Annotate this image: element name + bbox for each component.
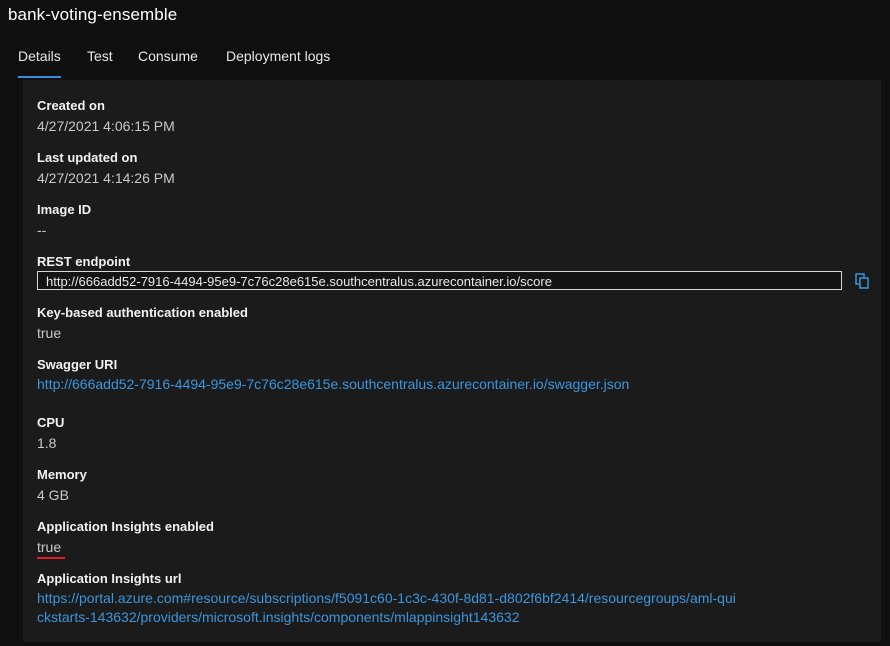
app-insights-label: Application Insights enabled (37, 519, 214, 534)
details-panel (23, 80, 881, 642)
image-id-label: Image ID (37, 202, 92, 217)
swagger-uri-link[interactable]: http://666add52-7916-4494-95e9-7c76c28e6… (37, 376, 629, 392)
app-insights-url-link-line2[interactable]: ckstarts-143632/providers/microsoft.insi… (37, 609, 519, 625)
highlight-underline (37, 557, 65, 559)
last-updated-value: 4/27/2021 4:14:26 PM (37, 170, 175, 186)
image-id-value: -- (37, 222, 47, 238)
created-on-value: 4/27/2021 4:06:15 PM (37, 118, 175, 134)
created-on-label: Created on (37, 98, 105, 113)
rest-endpoint-field[interactable]: http://666add52-7916-4494-95e9-7c76c28e6… (37, 271, 842, 290)
key-auth-label: Key-based authentication enabled (37, 305, 248, 320)
tab-consume[interactable]: Consume (138, 48, 198, 64)
cpu-value: 1.8 (37, 435, 57, 451)
app-insights-url-link-line1[interactable]: https://portal.azure.com#resource/subscr… (37, 590, 736, 606)
cpu-label: CPU (37, 415, 65, 430)
app-insights-value: true (37, 539, 62, 555)
swagger-uri-label: Swagger URI (37, 357, 118, 372)
tab-details[interactable]: Details (18, 48, 61, 78)
page-title: bank-voting-ensemble (8, 5, 178, 24)
last-updated-label: Last updated on (37, 150, 138, 165)
copy-icon[interactable] (855, 273, 869, 289)
rest-endpoint-label: REST endpoint (37, 254, 131, 269)
tab-deployment-logs[interactable]: Deployment logs (226, 48, 330, 64)
memory-value: 4 GB (37, 487, 69, 503)
app-insights-url-label: Application Insights url (37, 571, 182, 586)
key-auth-value: true (37, 325, 62, 341)
memory-label: Memory (37, 467, 87, 482)
tab-test[interactable]: Test (87, 48, 113, 64)
